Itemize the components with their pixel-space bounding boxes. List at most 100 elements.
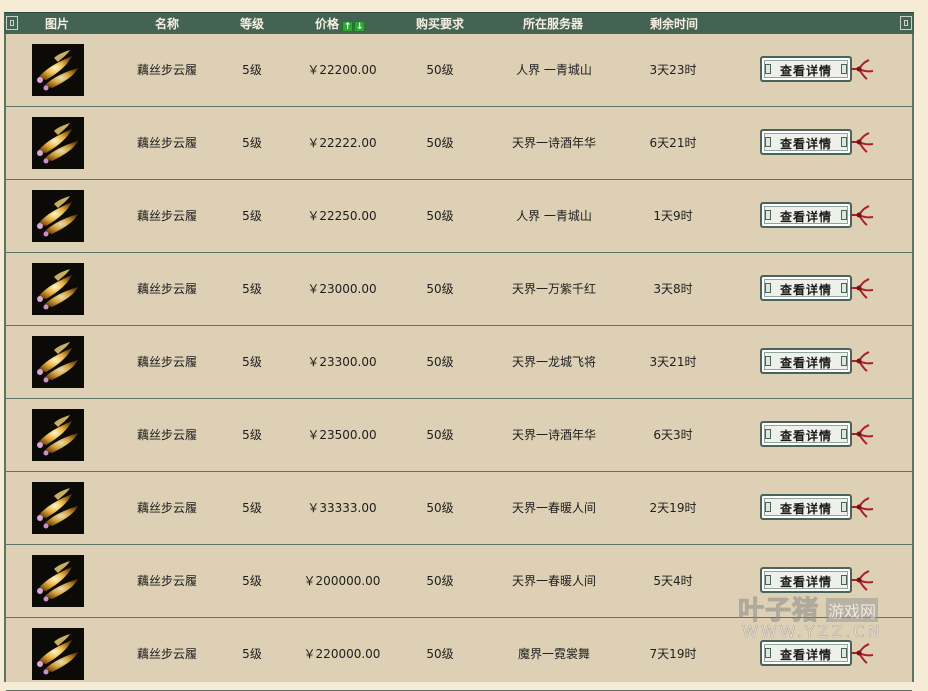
button-knot-icon bbox=[841, 356, 847, 366]
item-server: 天界一万紫千红 bbox=[511, 282, 597, 296]
item-name: 藕丝步云履 bbox=[136, 501, 198, 515]
button-knot-icon bbox=[841, 283, 847, 293]
button-knot-icon bbox=[841, 648, 847, 658]
view-details-button[interactable]: 查看详情 bbox=[760, 567, 852, 593]
item-name: 藕丝步云履 bbox=[136, 282, 198, 296]
item-level: 5级 bbox=[242, 501, 262, 515]
item-time-left: 2天19时 bbox=[649, 501, 697, 515]
header-level: 等级 bbox=[239, 17, 265, 31]
item-image[interactable] bbox=[32, 117, 84, 169]
button-knot-icon bbox=[841, 137, 847, 147]
item-time-left: 6天21时 bbox=[649, 136, 697, 150]
item-server: 天界一春暖人间 bbox=[511, 501, 597, 515]
view-details-button[interactable]: 查看详情 bbox=[760, 202, 852, 228]
item-server: 人界 一青城山 bbox=[516, 63, 592, 77]
item-level: 5级 bbox=[242, 209, 262, 223]
button-knot-icon bbox=[841, 429, 847, 439]
item-level: 5级 bbox=[242, 355, 262, 369]
table-row: 藕丝步云履 5级 ￥23500.00 50级 天界一诗酒年华 6天3时 查看详情 bbox=[6, 399, 912, 472]
item-requirement: 50级 bbox=[426, 63, 454, 77]
header-requirement: 购买要求 bbox=[415, 17, 465, 31]
table-header: 图片 名称 等级 价格 ↑ ↓ 购买要求 所在服务器 剩余时间 bbox=[4, 12, 914, 34]
item-requirement: 50级 bbox=[426, 136, 454, 150]
item-requirement: 50级 bbox=[426, 574, 454, 588]
view-details-button[interactable]: 查看详情 bbox=[760, 275, 852, 301]
item-time-left: 1天9时 bbox=[653, 209, 693, 223]
view-details-label: 查看详情 bbox=[779, 137, 832, 151]
sort-desc-icon[interactable]: ↓ bbox=[354, 20, 366, 32]
golden-cloud-boots-icon bbox=[32, 190, 84, 242]
header-price-group: 价格 ↑ ↓ bbox=[314, 16, 366, 33]
item-level: 5级 bbox=[242, 428, 262, 442]
item-image[interactable] bbox=[32, 409, 84, 461]
sort-asc-icon[interactable]: ↑ bbox=[342, 20, 354, 32]
view-details-label: 查看详情 bbox=[779, 648, 832, 662]
item-price: ￥23000.00 bbox=[307, 282, 377, 296]
view-details-button[interactable]: 查看详情 bbox=[760, 348, 852, 374]
item-time-left: 3天8时 bbox=[653, 282, 693, 296]
red-tassel-icon bbox=[851, 643, 874, 664]
view-details-label: 查看详情 bbox=[779, 502, 832, 516]
view-details-button[interactable]: 查看详情 bbox=[760, 56, 852, 82]
listing-rows: 藕丝步云履 5级 ￥22200.00 50级 人界 一青城山 3天23时 查看详… bbox=[6, 34, 912, 691]
red-tassel-icon bbox=[851, 570, 874, 591]
header-image: 图片 bbox=[44, 17, 70, 31]
item-name: 藕丝步云履 bbox=[136, 355, 198, 369]
header-name: 名称 bbox=[154, 17, 180, 31]
item-image[interactable] bbox=[32, 44, 84, 96]
item-name: 藕丝步云履 bbox=[136, 574, 198, 588]
view-details-button[interactable]: 查看详情 bbox=[760, 494, 852, 520]
item-image[interactable] bbox=[32, 628, 84, 680]
item-name: 藕丝步云履 bbox=[136, 63, 198, 77]
item-image[interactable] bbox=[32, 555, 84, 607]
header-corner-ornament-icon bbox=[900, 16, 912, 30]
item-level: 5级 bbox=[242, 574, 262, 588]
golden-cloud-boots-icon bbox=[32, 336, 84, 388]
item-image[interactable] bbox=[32, 336, 84, 388]
golden-cloud-boots-icon bbox=[32, 117, 84, 169]
item-price: ￥22200.00 bbox=[307, 63, 377, 77]
item-requirement: 50级 bbox=[426, 647, 454, 661]
golden-cloud-boots-icon bbox=[32, 409, 84, 461]
item-requirement: 50级 bbox=[426, 282, 454, 296]
item-name: 藕丝步云履 bbox=[136, 647, 198, 661]
table-row: 藕丝步云履 5级 ￥23000.00 50级 天界一万紫千红 3天8时 查看详情 bbox=[6, 253, 912, 326]
view-details-label: 查看详情 bbox=[779, 356, 832, 370]
item-image[interactable] bbox=[32, 482, 84, 534]
view-details-button[interactable]: 查看详情 bbox=[760, 640, 852, 666]
item-price: ￥220000.00 bbox=[303, 647, 381, 661]
item-requirement: 50级 bbox=[426, 209, 454, 223]
item-level: 5级 bbox=[242, 647, 262, 661]
item-server: 人界 一青城山 bbox=[516, 209, 592, 223]
sort-controls: ↑ ↓ bbox=[341, 17, 366, 33]
red-tassel-icon bbox=[851, 497, 874, 518]
item-image[interactable] bbox=[32, 263, 84, 315]
table-row: 藕丝步云履 5级 ￥22200.00 50级 人界 一青城山 3天23时 查看详… bbox=[6, 34, 912, 107]
item-price: ￥23500.00 bbox=[307, 428, 377, 442]
view-details-label: 查看详情 bbox=[779, 283, 832, 297]
golden-cloud-boots-icon bbox=[32, 263, 84, 315]
view-details-label: 查看详情 bbox=[779, 64, 832, 78]
header-time: 剩余时间 bbox=[649, 17, 699, 31]
item-server: 天界一春暖人间 bbox=[511, 574, 597, 588]
item-server: 魔界一霓裳舞 bbox=[517, 647, 591, 661]
item-server: 天界一龙城飞将 bbox=[511, 355, 597, 369]
header-server: 所在服务器 bbox=[522, 17, 584, 31]
table-row: 藕丝步云履 5级 ￥33333.00 50级 天界一春暖人间 2天19时 查看详… bbox=[6, 472, 912, 545]
item-price: ￥23300.00 bbox=[307, 355, 377, 369]
item-level: 5级 bbox=[242, 136, 262, 150]
item-image[interactable] bbox=[32, 190, 84, 242]
button-knot-icon bbox=[841, 64, 847, 74]
table-row: 藕丝步云履 5级 ￥22250.00 50级 人界 一青城山 1天9时 查看详情 bbox=[6, 180, 912, 253]
view-details-button[interactable]: 查看详情 bbox=[760, 129, 852, 155]
header-price: 价格 bbox=[314, 17, 340, 31]
item-time-left: 5天4时 bbox=[653, 574, 693, 588]
item-name: 藕丝步云履 bbox=[136, 136, 198, 150]
item-requirement: 50级 bbox=[426, 501, 454, 515]
item-requirement: 50级 bbox=[426, 428, 454, 442]
button-knot-icon bbox=[841, 575, 847, 585]
item-server: 天界一诗酒年华 bbox=[511, 136, 597, 150]
table-row: 藕丝步云履 5级 ￥200000.00 50级 天界一春暖人间 5天4时 查看详… bbox=[6, 545, 912, 618]
item-time-left: 7天19时 bbox=[649, 647, 697, 661]
view-details-button[interactable]: 查看详情 bbox=[760, 421, 852, 447]
